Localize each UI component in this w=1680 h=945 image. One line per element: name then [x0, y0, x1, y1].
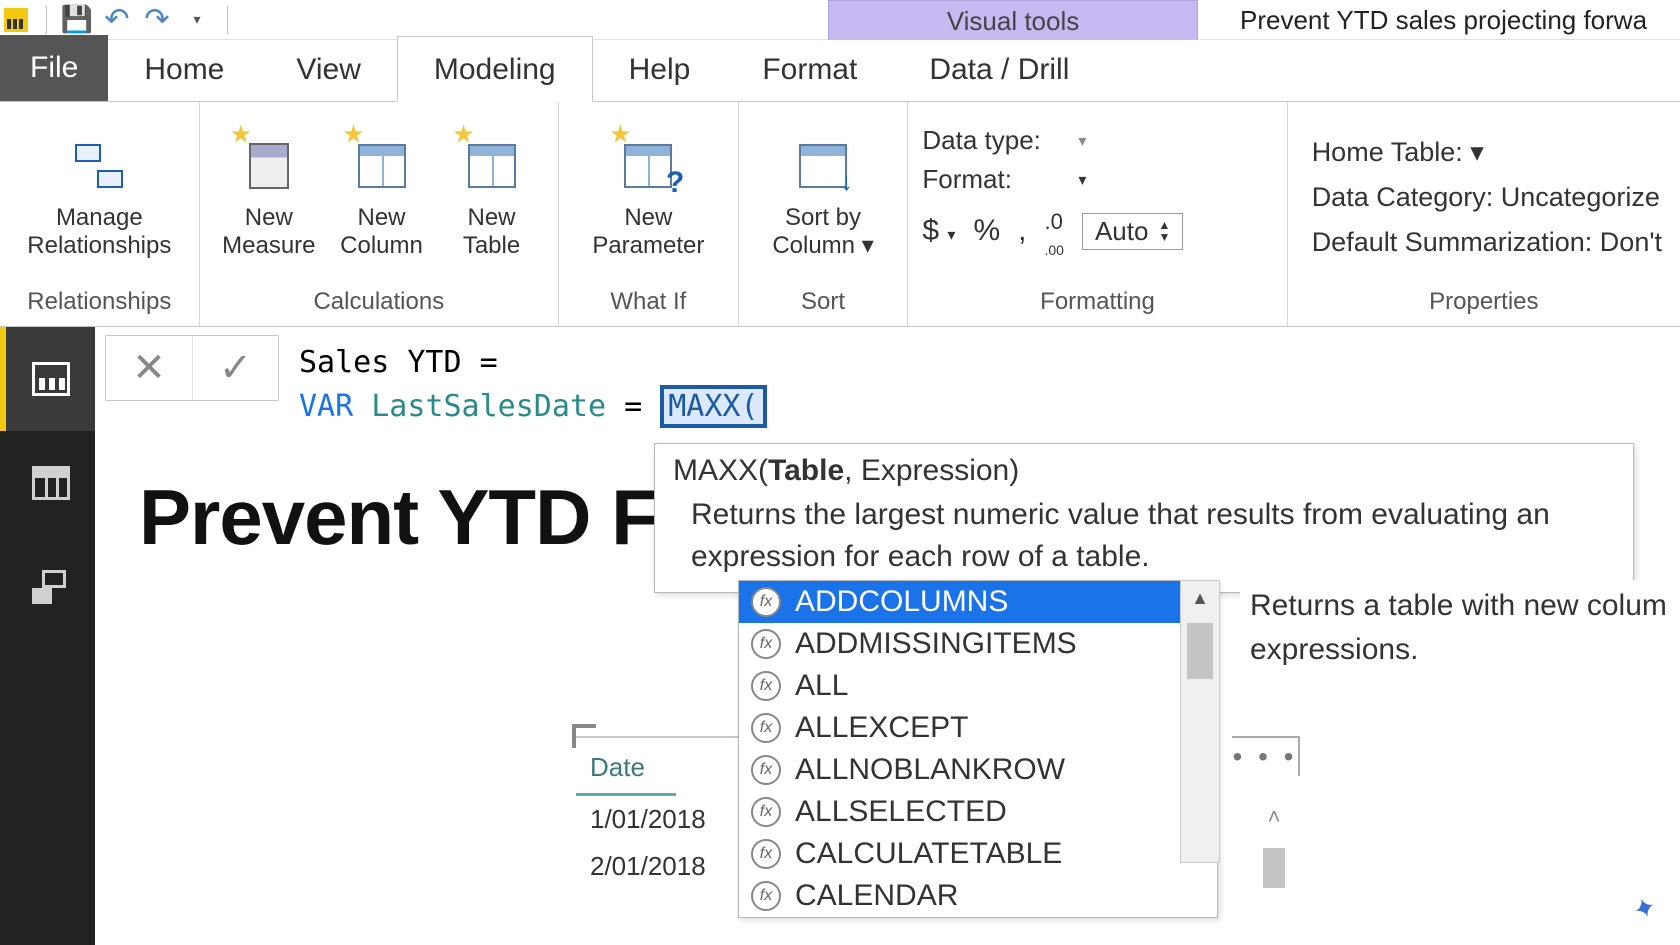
manage-relationships-button[interactable]: Manage Relationships — [21, 132, 177, 259]
ribbon-body: Manage Relationships Relationships New M… — [0, 102, 1680, 327]
report-view-icon — [32, 362, 70, 396]
tab-help[interactable]: Help — [593, 37, 727, 101]
tab-format[interactable]: Format — [726, 37, 893, 101]
data-type-dropdown[interactable]: ▾ — [1078, 131, 1086, 151]
group-label: Calculations — [200, 282, 558, 326]
report-view-button[interactable] — [0, 327, 95, 431]
qat-customize-dropdown[interactable]: ▾ — [177, 0, 217, 40]
scroll-up-icon[interactable]: ▲ — [1181, 581, 1219, 615]
function-icon: fx — [751, 755, 781, 785]
autocomplete-item[interactable]: fxALLSELECTED — [739, 791, 1217, 833]
tab-modeling[interactable]: Modeling — [397, 36, 593, 102]
group-calculations: New Measure New Column New Table Calcula… — [200, 102, 559, 326]
home-table-dropdown[interactable]: Home Table: ▾ — [1312, 137, 1662, 168]
tab-file[interactable]: File — [0, 35, 108, 101]
currency-button[interactable]: $ ▾ — [922, 214, 955, 248]
autocomplete-item[interactable]: fxADDCOLUMNS — [739, 581, 1217, 623]
relationships-icon — [71, 138, 127, 194]
group-label: Relationships — [0, 282, 199, 326]
decimal-places-icon: .0.00 — [1044, 209, 1063, 261]
view-switcher-rail — [0, 327, 95, 945]
sort-icon: ↓ — [795, 138, 851, 194]
autocomplete-item[interactable]: fxALLEXCEPT — [739, 707, 1217, 749]
function-icon: fx — [751, 671, 781, 701]
function-icon: fx — [751, 713, 781, 743]
separator — [46, 6, 47, 34]
commit-formula-button[interactable]: ✓ — [192, 336, 278, 400]
new-parameter-button[interactable]: ? New Parameter — [586, 132, 710, 259]
group-label: Properties — [1288, 282, 1680, 326]
new-column-button[interactable]: New Column — [332, 132, 432, 259]
tab-view[interactable]: View — [260, 37, 396, 101]
autocomplete-scrollbar[interactable]: ▲ — [1180, 580, 1220, 863]
app-logo-icon — [4, 8, 28, 32]
formula-bar: ✕ ✓ Sales YTD = VAR LastSalesDate = MAXX… — [95, 327, 1680, 442]
group-label: Sort — [739, 282, 908, 326]
autocomplete-item[interactable]: fxCALENDAR — [739, 875, 1217, 917]
undo-button[interactable]: ↶ — [97, 0, 137, 40]
table-icon — [464, 138, 520, 194]
model-view-icon — [32, 570, 70, 604]
percent-button[interactable]: % — [973, 214, 1000, 248]
scroll-thumb[interactable] — [1187, 623, 1213, 679]
save-button[interactable]: 💾 — [57, 0, 97, 40]
decimal-auto-stepper[interactable]: Auto ▲▼ — [1082, 213, 1183, 250]
formula-action-buttons: ✕ ✓ — [105, 335, 279, 401]
thousands-separator-button[interactable]: , — [1018, 214, 1026, 248]
window-title: Prevent YTD sales projecting forwa — [1230, 0, 1680, 40]
tab-data-drill[interactable]: Data / Drill — [893, 37, 1105, 101]
caret-down-icon: ▾ — [862, 232, 874, 259]
scroll-up-icon[interactable]: ˄ — [1268, 804, 1281, 830]
visual-scrollbar[interactable]: ˄ — [1258, 804, 1290, 924]
function-icon: fx — [751, 629, 781, 659]
format-label: Format: — [922, 164, 1062, 195]
separator — [227, 6, 228, 34]
tab-home[interactable]: Home — [108, 37, 260, 101]
cancel-formula-button[interactable]: ✕ — [106, 336, 192, 400]
function-icon: fx — [751, 797, 781, 827]
group-formatting: Data type: ▾ Format: ▾ $ ▾ % , .0.00 Aut… — [908, 102, 1287, 326]
highlighted-token: MAXX( — [660, 385, 766, 428]
group-properties: Home Table: ▾ Data Category: Uncategoriz… — [1288, 102, 1680, 326]
sort-by-column-button[interactable]: ↓ Sort by Column ▾ — [766, 132, 879, 259]
data-category-dropdown[interactable]: Data Category: Uncategorize — [1312, 182, 1662, 213]
data-type-label: Data type: — [922, 125, 1062, 156]
group-whatif: ? New Parameter What If — [559, 102, 739, 326]
measure-icon — [241, 138, 297, 194]
intellisense-signature-tooltip: MAXX(Table, Expression) Returns the larg… — [654, 443, 1634, 593]
column-icon — [354, 138, 410, 194]
ribbon-tabs: File Home View Modeling Help Format Data… — [0, 40, 1680, 102]
data-view-button[interactable] — [0, 431, 95, 535]
function-icon: fx — [751, 839, 781, 869]
autocomplete-item-description: Returns a table with new colum expressio… — [1240, 580, 1680, 675]
group-label: What If — [559, 282, 738, 326]
table-header-date[interactable]: Date — [576, 738, 676, 796]
intellisense-autocomplete-list[interactable]: fxADDCOLUMNS fxADDMISSINGITEMS fxALL fxA… — [738, 580, 1218, 918]
autocomplete-item[interactable]: fxALLNOBLANKROW — [739, 749, 1217, 791]
group-relationships: Manage Relationships Relationships — [0, 102, 200, 326]
default-summarization-dropdown[interactable]: Default Summarization: Don't — [1312, 227, 1662, 258]
spinner-icon[interactable]: ▲▼ — [1158, 219, 1170, 243]
model-view-button[interactable] — [0, 535, 95, 639]
formula-input[interactable]: Sales YTD = VAR LastSalesDate = MAXX( — [291, 335, 775, 434]
data-view-icon — [32, 466, 70, 500]
autocomplete-item[interactable]: fxALL — [739, 665, 1217, 707]
function-icon: fx — [751, 881, 781, 911]
new-measure-button[interactable]: New Measure — [216, 132, 321, 259]
redo-button[interactable]: ↷ — [137, 0, 177, 40]
contextual-tab-visual-tools[interactable]: Visual tools — [828, 0, 1198, 42]
parameter-icon: ? — [620, 138, 676, 194]
new-table-button[interactable]: New Table — [442, 132, 542, 259]
group-sort: ↓ Sort by Column ▾ Sort — [739, 102, 909, 326]
autocomplete-item[interactable]: fxCALCULATETABLE — [739, 833, 1217, 875]
visual-options-menu[interactable]: • • • — [1232, 736, 1300, 776]
function-icon: fx — [751, 587, 781, 617]
group-label: Formatting — [908, 282, 1286, 326]
format-dropdown[interactable]: ▾ — [1078, 170, 1086, 190]
autocomplete-item[interactable]: fxADDMISSINGITEMS — [739, 623, 1217, 665]
scroll-thumb[interactable] — [1263, 848, 1285, 888]
